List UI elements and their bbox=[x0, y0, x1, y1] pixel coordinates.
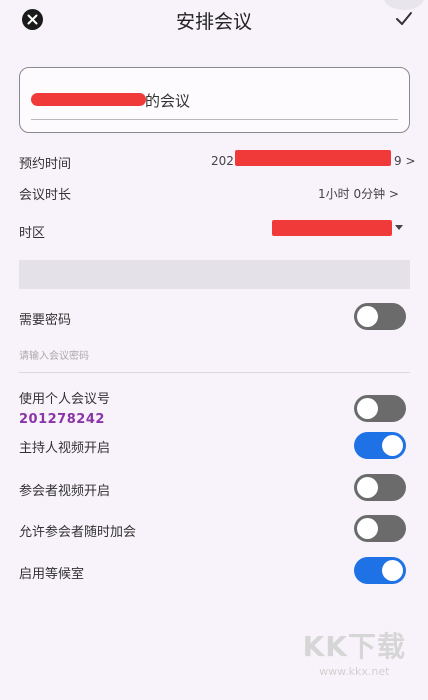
personal-meeting-id-value: 201278242 bbox=[19, 412, 105, 427]
participant-video-toggle[interactable] bbox=[354, 474, 406, 501]
header-bar: 安排会议 bbox=[0, 0, 428, 44]
redacted-timezone bbox=[272, 220, 392, 236]
host-video-label: 主持人视频开启 bbox=[19, 441, 111, 456]
participant-video-label: 参会者视频开启 bbox=[19, 484, 111, 499]
redacted-username bbox=[31, 93, 146, 106]
personal-meeting-id-label: 使用个人会议号 bbox=[19, 392, 111, 407]
section-separator-bar bbox=[19, 260, 410, 289]
password-toggle[interactable] bbox=[354, 303, 406, 330]
topic-underline bbox=[31, 119, 398, 120]
meeting-topic-input[interactable]: 的会议 bbox=[19, 67, 410, 133]
checkmark-icon[interactable] bbox=[394, 9, 414, 33]
join-anytime-toggle[interactable] bbox=[354, 515, 406, 542]
timezone-label: 时区 bbox=[19, 226, 46, 241]
waiting-room-toggle[interactable] bbox=[354, 557, 406, 584]
password-label: 需要密码 bbox=[19, 313, 72, 328]
join-anytime-label: 允许参会者随时加会 bbox=[19, 525, 137, 540]
duration-value[interactable]: 1小时 0分钟 > bbox=[318, 185, 399, 202]
password-input[interactable]: 请输入会议密码 bbox=[19, 347, 89, 362]
duration-label: 会议时长 bbox=[19, 188, 72, 203]
divider bbox=[19, 372, 410, 373]
page-title: 安排会议 bbox=[175, 11, 252, 33]
watermark: KK下载 www.kkx.net bbox=[303, 625, 406, 678]
waiting-room-label: 启用等候室 bbox=[19, 567, 85, 582]
personal-meeting-id-toggle[interactable] bbox=[354, 395, 406, 422]
host-video-toggle[interactable] bbox=[354, 432, 406, 459]
schedule-time-value: 202 bbox=[211, 154, 234, 168]
schedule-time-arrow: 9 > bbox=[394, 154, 416, 168]
meeting-topic-suffix: 的会议 bbox=[145, 92, 191, 110]
redacted-time bbox=[235, 150, 391, 166]
dropdown-arrow-icon bbox=[395, 225, 403, 230]
schedule-time-label: 预约时间 bbox=[19, 157, 72, 172]
watermark-logo: KK下载 bbox=[302, 630, 406, 663]
watermark-url: www.kkx.net bbox=[319, 665, 390, 678]
